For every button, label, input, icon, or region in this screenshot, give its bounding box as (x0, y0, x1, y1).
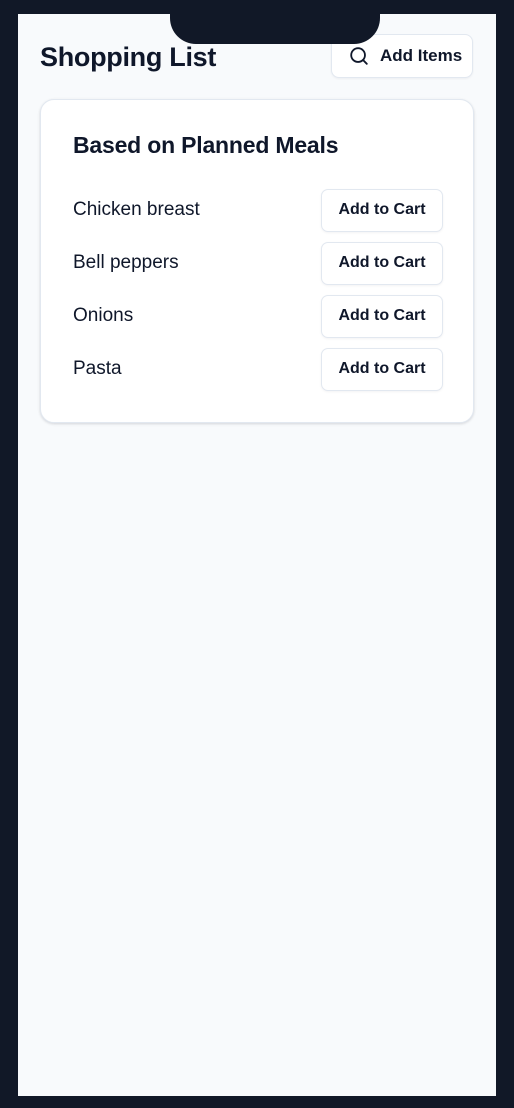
list-item: Chicken breast Add to Cart (73, 188, 443, 232)
add-to-cart-button[interactable]: Add to Cart (321, 241, 443, 285)
item-name: Chicken breast (73, 199, 200, 220)
add-to-cart-button[interactable]: Add to Cart (321, 347, 443, 391)
search-icon (348, 45, 370, 67)
page-title: Shopping List (40, 42, 217, 72)
planned-meals-card: Based on Planned Meals Chicken breast Ad… (40, 99, 474, 423)
list-item: Onions Add to Cart (73, 294, 443, 338)
item-name: Bell peppers (73, 252, 179, 273)
card-title: Based on Planned Meals (73, 132, 339, 158)
add-to-cart-button[interactable]: Add to Cart (321, 294, 443, 338)
item-name: Onions (73, 305, 134, 326)
list-item: Pasta Add to Cart (73, 347, 443, 391)
add-to-cart-button[interactable]: Add to Cart (321, 188, 443, 232)
add-items-label: Add Items (380, 46, 463, 65)
device-notch (170, 14, 380, 44)
app-screen: Shopping List Add Items Based on Planned… (18, 14, 496, 1096)
item-name: Pasta (73, 358, 122, 379)
list-item: Bell peppers Add to Cart (73, 241, 443, 285)
device-frame: Shopping List Add Items Based on Planned… (0, 0, 514, 1108)
